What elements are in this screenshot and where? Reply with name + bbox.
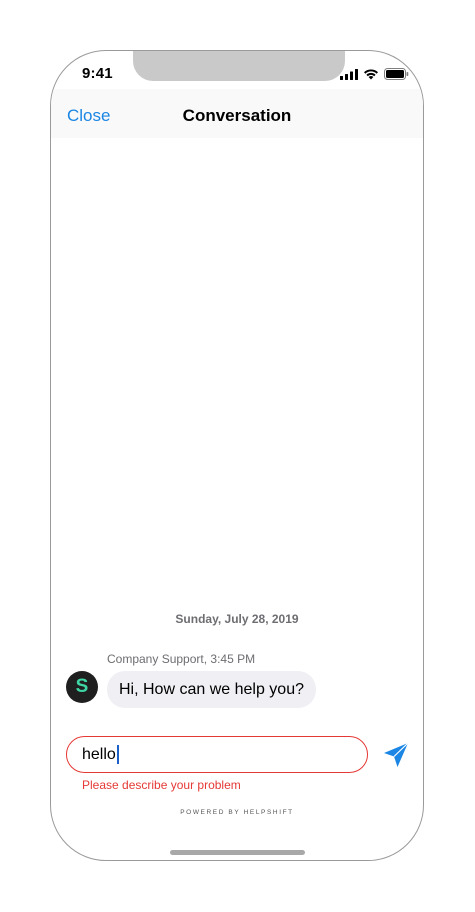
wifi-icon <box>364 69 378 80</box>
message-bubble: Hi, How can we help you? <box>107 671 316 708</box>
message-input[interactable]: hello <box>66 736 368 773</box>
avatar-letter: S <box>75 676 89 697</box>
signal-icon <box>340 68 358 80</box>
date-separator: Sunday, July 28, 2019 <box>175 612 299 626</box>
message-input-value: hello <box>82 745 116 763</box>
battery-icon <box>384 68 409 80</box>
phone-frame: 9:41 Close Conversation Sunday, July 28,… <box>50 50 424 861</box>
status-time: 9:41 <box>82 65 113 82</box>
text-caret <box>116 745 119 764</box>
status-icons <box>340 67 409 81</box>
home-indicator[interactable] <box>170 850 305 855</box>
send-icon[interactable] <box>382 741 410 769</box>
error-message: Please describe your problem <box>82 778 241 792</box>
device-notch <box>133 51 345 81</box>
navigation-bar: Close Conversation <box>51 89 423 138</box>
message-text: Hi, How can we help you? <box>119 680 304 698</box>
avatar: S <box>66 671 98 703</box>
page-title: Conversation <box>182 106 292 125</box>
message-sender-meta: Company Support, 3:45 PM <box>107 652 256 666</box>
powered-by-label: POWERED BY HELPSHIFT <box>180 809 294 816</box>
